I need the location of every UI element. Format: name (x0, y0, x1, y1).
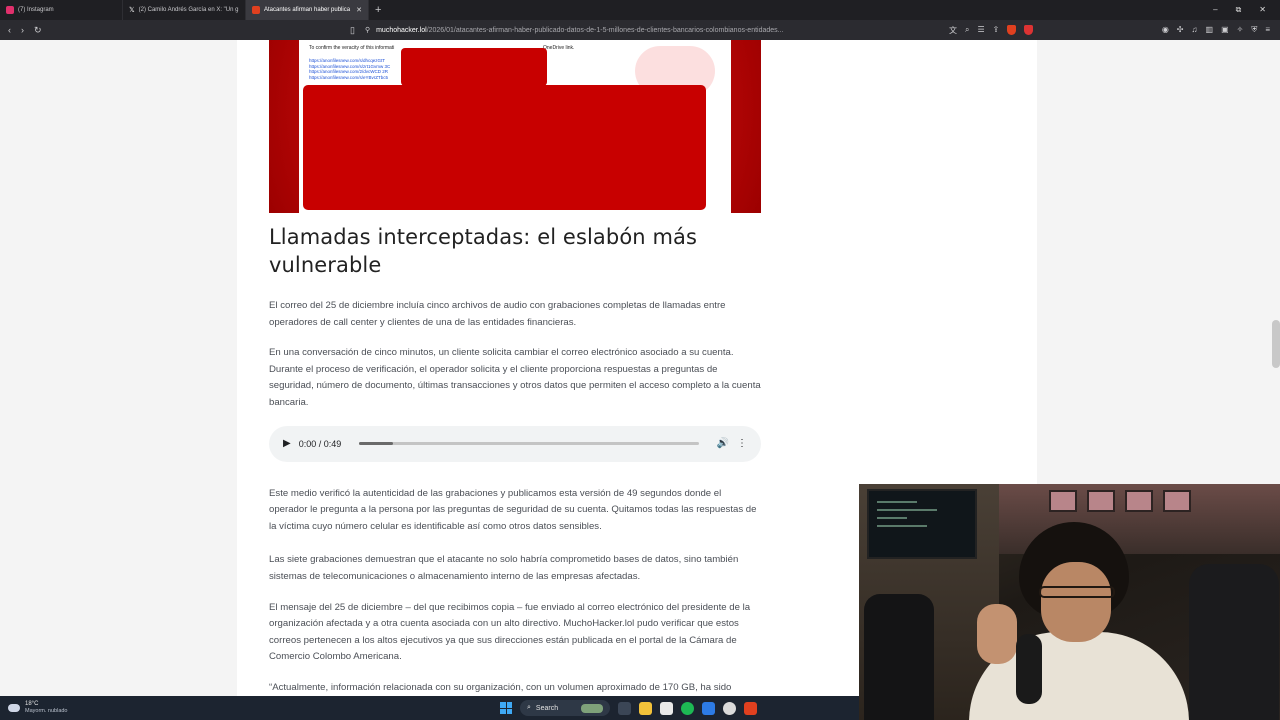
cam-frames (1049, 490, 1191, 512)
article-body: Llamadas interceptadas: el eslabón más v… (269, 223, 761, 696)
close-tab-icon[interactable]: ✕ (356, 6, 362, 14)
reload-icon[interactable]: ↻ (34, 25, 42, 36)
search-highlight-icon (581, 703, 603, 713)
tab-label: (2) Camilo Andrés García en X: "Un g (138, 7, 239, 13)
brave-icon[interactable] (744, 701, 757, 715)
brave-shield-icon[interactable] (1007, 24, 1017, 35)
new-tab-button[interactable]: + (369, 4, 387, 16)
paragraph: El mensaje del 25 de diciembre – del que… (269, 601, 751, 663)
share-icon[interactable]: ⇪ (993, 25, 1000, 36)
email-link: https://anonfilesnew.com/s/dhcqezGtT (309, 58, 386, 63)
cam-person-face (1041, 562, 1111, 642)
url-actions: 文 ⌕ ☰ ⇪ (949, 24, 1034, 36)
tab-x[interactable]: 𝕏 (2) Camilo Andrés García en X: "Un g (123, 0, 246, 20)
url-host: muchohacker.lol (376, 26, 427, 34)
audio-seek-bar[interactable] (359, 442, 699, 446)
chrome-icon[interactable] (723, 701, 736, 715)
extension-icon[interactable]: ◉ (1162, 25, 1169, 35)
url-path: /2026/01/atacantes-afirman-haber-publica… (426, 26, 784, 34)
weather-temp: 18°C (25, 701, 39, 707)
leo-icon[interactable]: ✧ (1237, 25, 1244, 35)
extension-icons: ◉ ✣ ♫ ▥ ▣ ✧ ⛨ ≡ (1162, 25, 1280, 35)
vpn-icon[interactable]: ⛨ (1251, 25, 1257, 35)
cam-microphone (1016, 634, 1042, 704)
site-info-icon[interactable]: ⚲ (365, 26, 370, 34)
section-heading: Llamadas interceptadas: el eslabón más v… (269, 225, 698, 277)
search-icon: ⌕ (527, 704, 531, 711)
taskbar-search[interactable]: ⌕ Search (520, 700, 610, 716)
article-image: To confirm the veracity of this informat… (269, 40, 761, 213)
instagram-icon (6, 6, 14, 14)
email-link: https://anonfilesnew.com/s/eYBvrZTbc5 (309, 74, 389, 80)
nav-buttons: ‹ › ↻ (0, 25, 350, 36)
menu-icon[interactable]: ≡ (1265, 25, 1270, 35)
paragraph: Este medio verificó la autenticidad de l… (269, 487, 757, 532)
email-text: To confirm the veracity of this informat… (309, 45, 395, 51)
browser-tab-bar: (7) Instagram 𝕏 (2) Camilo Andrés García… (0, 0, 1280, 20)
store-icon[interactable] (660, 701, 673, 715)
cloud-icon (8, 704, 20, 712)
play-icon[interactable]: ▶ (283, 438, 291, 449)
audio-player[interactable]: ▶ 0:00 / 0:49 🔊 ⋮ (269, 425, 761, 462)
zoom-icon[interactable]: ⌕ (965, 25, 969, 36)
taskbar-apps: ⌕ Search (500, 700, 757, 716)
close-window-button[interactable]: ✕ (1259, 5, 1266, 15)
more-options-icon[interactable]: ⋮ (737, 438, 747, 449)
spotify-icon[interactable] (681, 701, 694, 715)
minimize-button[interactable]: – (1213, 5, 1217, 15)
weather-widget[interactable]: 18°C Mayorm. nublado (0, 701, 68, 715)
browser-toolbar: ‹ › ↻ ▯ ⚲ muchohacker.lol/2026/01/atacan… (0, 20, 1280, 40)
audio-time: 0:00 / 0:49 (298, 438, 342, 449)
tab-instagram[interactable]: (7) Instagram (0, 0, 123, 20)
redaction-block (303, 85, 706, 210)
sidebar-icon[interactable]: ▥ (1206, 25, 1214, 35)
page-scrollbar[interactable] (1272, 320, 1280, 368)
media-icon[interactable]: ♫ (1192, 25, 1198, 35)
paragraph: El correo del 25 de diciembre incluía ci… (269, 300, 726, 328)
file-explorer-icon[interactable] (639, 701, 652, 715)
forward-arrow-icon[interactable]: › (21, 25, 24, 36)
windows-taskbar: 18°C Mayorm. nublado ⌕ Search (0, 696, 859, 720)
muchohacker-icon (252, 6, 260, 14)
app-icon[interactable] (702, 701, 715, 715)
tab-label: (7) Instagram (18, 7, 54, 13)
x-logo-icon: 𝕏 (129, 7, 135, 14)
weather-desc: Mayorm. nublado (25, 708, 68, 714)
cam-person-hand (977, 604, 1017, 664)
cam-person-glasses (1039, 586, 1115, 598)
webcam-overlay (859, 484, 1280, 720)
audio-progress (359, 442, 394, 446)
brave-rewards-icon[interactable] (1024, 24, 1034, 35)
volume-icon[interactable]: 🔊 (717, 438, 729, 449)
paragraph: Las siete grabaciones demuestran que el … (269, 554, 739, 582)
puzzle-icon[interactable]: ✣ (1177, 25, 1184, 35)
reader-icon[interactable]: ☰ (977, 25, 984, 36)
email-link: https://anonfilesnew.com/2/dvcWCD 2R (309, 69, 389, 74)
wallet-icon[interactable]: ▣ (1221, 25, 1229, 35)
window-controls: – ⧉ ✕ (1213, 5, 1280, 15)
paragraph: “Actualmente, información relacionada co… (269, 681, 732, 693)
tab-label: Atacantes afirman haber publica (264, 7, 351, 13)
back-arrow-icon[interactable]: ‹ (8, 25, 11, 36)
tab-article[interactable]: Atacantes afirman haber publica ✕ (246, 0, 369, 20)
start-icon[interactable] (500, 702, 512, 714)
task-view-icon[interactable] (618, 701, 631, 715)
maximize-button[interactable]: ⧉ (1236, 5, 1242, 15)
cam-chair (1189, 564, 1279, 720)
search-label: Search (535, 704, 559, 712)
address-bar[interactable]: ⚲ muchohacker.lol/2026/01/atacantes-afir… (364, 23, 935, 37)
cam-chair (864, 594, 934, 720)
cam-monitor (867, 489, 977, 559)
translate-icon[interactable]: 文 (949, 25, 957, 36)
email-links: https://anonfilesnew.com/s/dhcqezGtT htt… (309, 58, 390, 80)
redaction-block (401, 48, 547, 86)
email-text-onedrive: OneDrive link. (543, 45, 575, 51)
bookmark-icon[interactable]: ▯ (350, 25, 355, 36)
paragraph: En una conversación de cinco minutos, un… (269, 347, 761, 408)
